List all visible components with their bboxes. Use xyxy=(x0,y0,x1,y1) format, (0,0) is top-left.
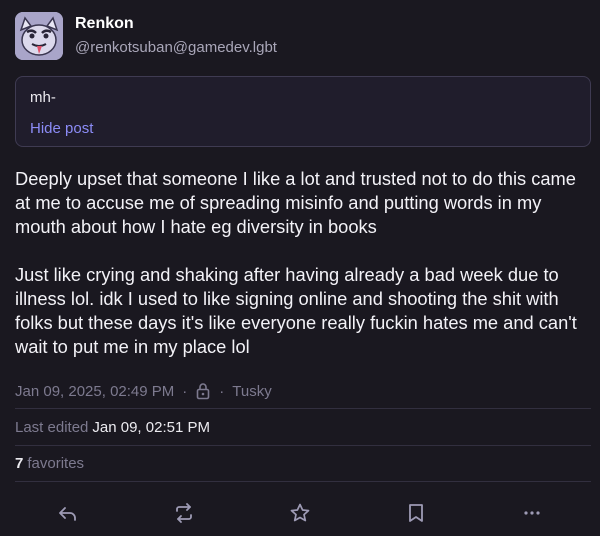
post-paragraph: Deeply upset that someone I like a lot a… xyxy=(15,168,576,237)
hide-post-button[interactable]: Hide post xyxy=(30,120,576,138)
favourite-button[interactable] xyxy=(280,493,320,533)
post-paragraph: Just like crying and shaking after havin… xyxy=(15,264,577,357)
post-timestamp[interactable]: Jan 09, 2025, 02:49 PM xyxy=(15,383,174,400)
more-button[interactable] xyxy=(512,493,552,533)
meta-separator: · xyxy=(219,382,225,400)
status-detail: Renkon @renkotsuban@gamedev.lgbt mh- Hid… xyxy=(0,0,600,536)
more-icon xyxy=(524,511,540,515)
post-header[interactable]: Renkon @renkotsuban@gamedev.lgbt xyxy=(15,12,277,60)
favorites-number: 7 xyxy=(15,455,24,472)
favorites-label: favorites xyxy=(27,455,85,472)
reply-icon xyxy=(59,507,76,521)
divider xyxy=(15,408,591,409)
edited-info[interactable]: Last edited Jan 09, 02:51 PM xyxy=(15,419,210,436)
lock-icon xyxy=(195,382,211,400)
edited-date: Jan 09, 02:51 PM xyxy=(92,419,210,436)
boost-button[interactable] xyxy=(164,493,204,533)
avatar[interactable] xyxy=(15,12,63,60)
post-meta: Jan 09, 2025, 02:49 PM · · Tusky xyxy=(15,382,272,400)
author-handle[interactable]: @renkotsuban@gamedev.lgbt xyxy=(75,38,277,58)
boost-icon xyxy=(176,503,192,523)
action-bar xyxy=(0,490,600,536)
edited-label: Last edited xyxy=(15,419,89,436)
post-client[interactable]: Tusky xyxy=(232,383,271,400)
post-content: Deeply upset that someone I like a lot a… xyxy=(15,167,587,359)
favourite-icon xyxy=(290,503,310,522)
divider xyxy=(15,445,591,446)
bookmark-button[interactable] xyxy=(396,493,436,533)
bookmark-icon xyxy=(409,504,423,522)
content-warning-box: mh- Hide post xyxy=(15,76,591,147)
author-display-name[interactable]: Renkon xyxy=(75,14,277,34)
content-warning-text: mh- xyxy=(30,89,56,106)
divider xyxy=(15,481,591,482)
avatar-image xyxy=(15,12,63,60)
meta-separator: · xyxy=(182,382,188,400)
author-info: Renkon @renkotsuban@gamedev.lgbt xyxy=(75,14,277,58)
reply-button[interactable] xyxy=(48,493,88,533)
favorites-count[interactable]: 7 favorites xyxy=(15,455,84,472)
